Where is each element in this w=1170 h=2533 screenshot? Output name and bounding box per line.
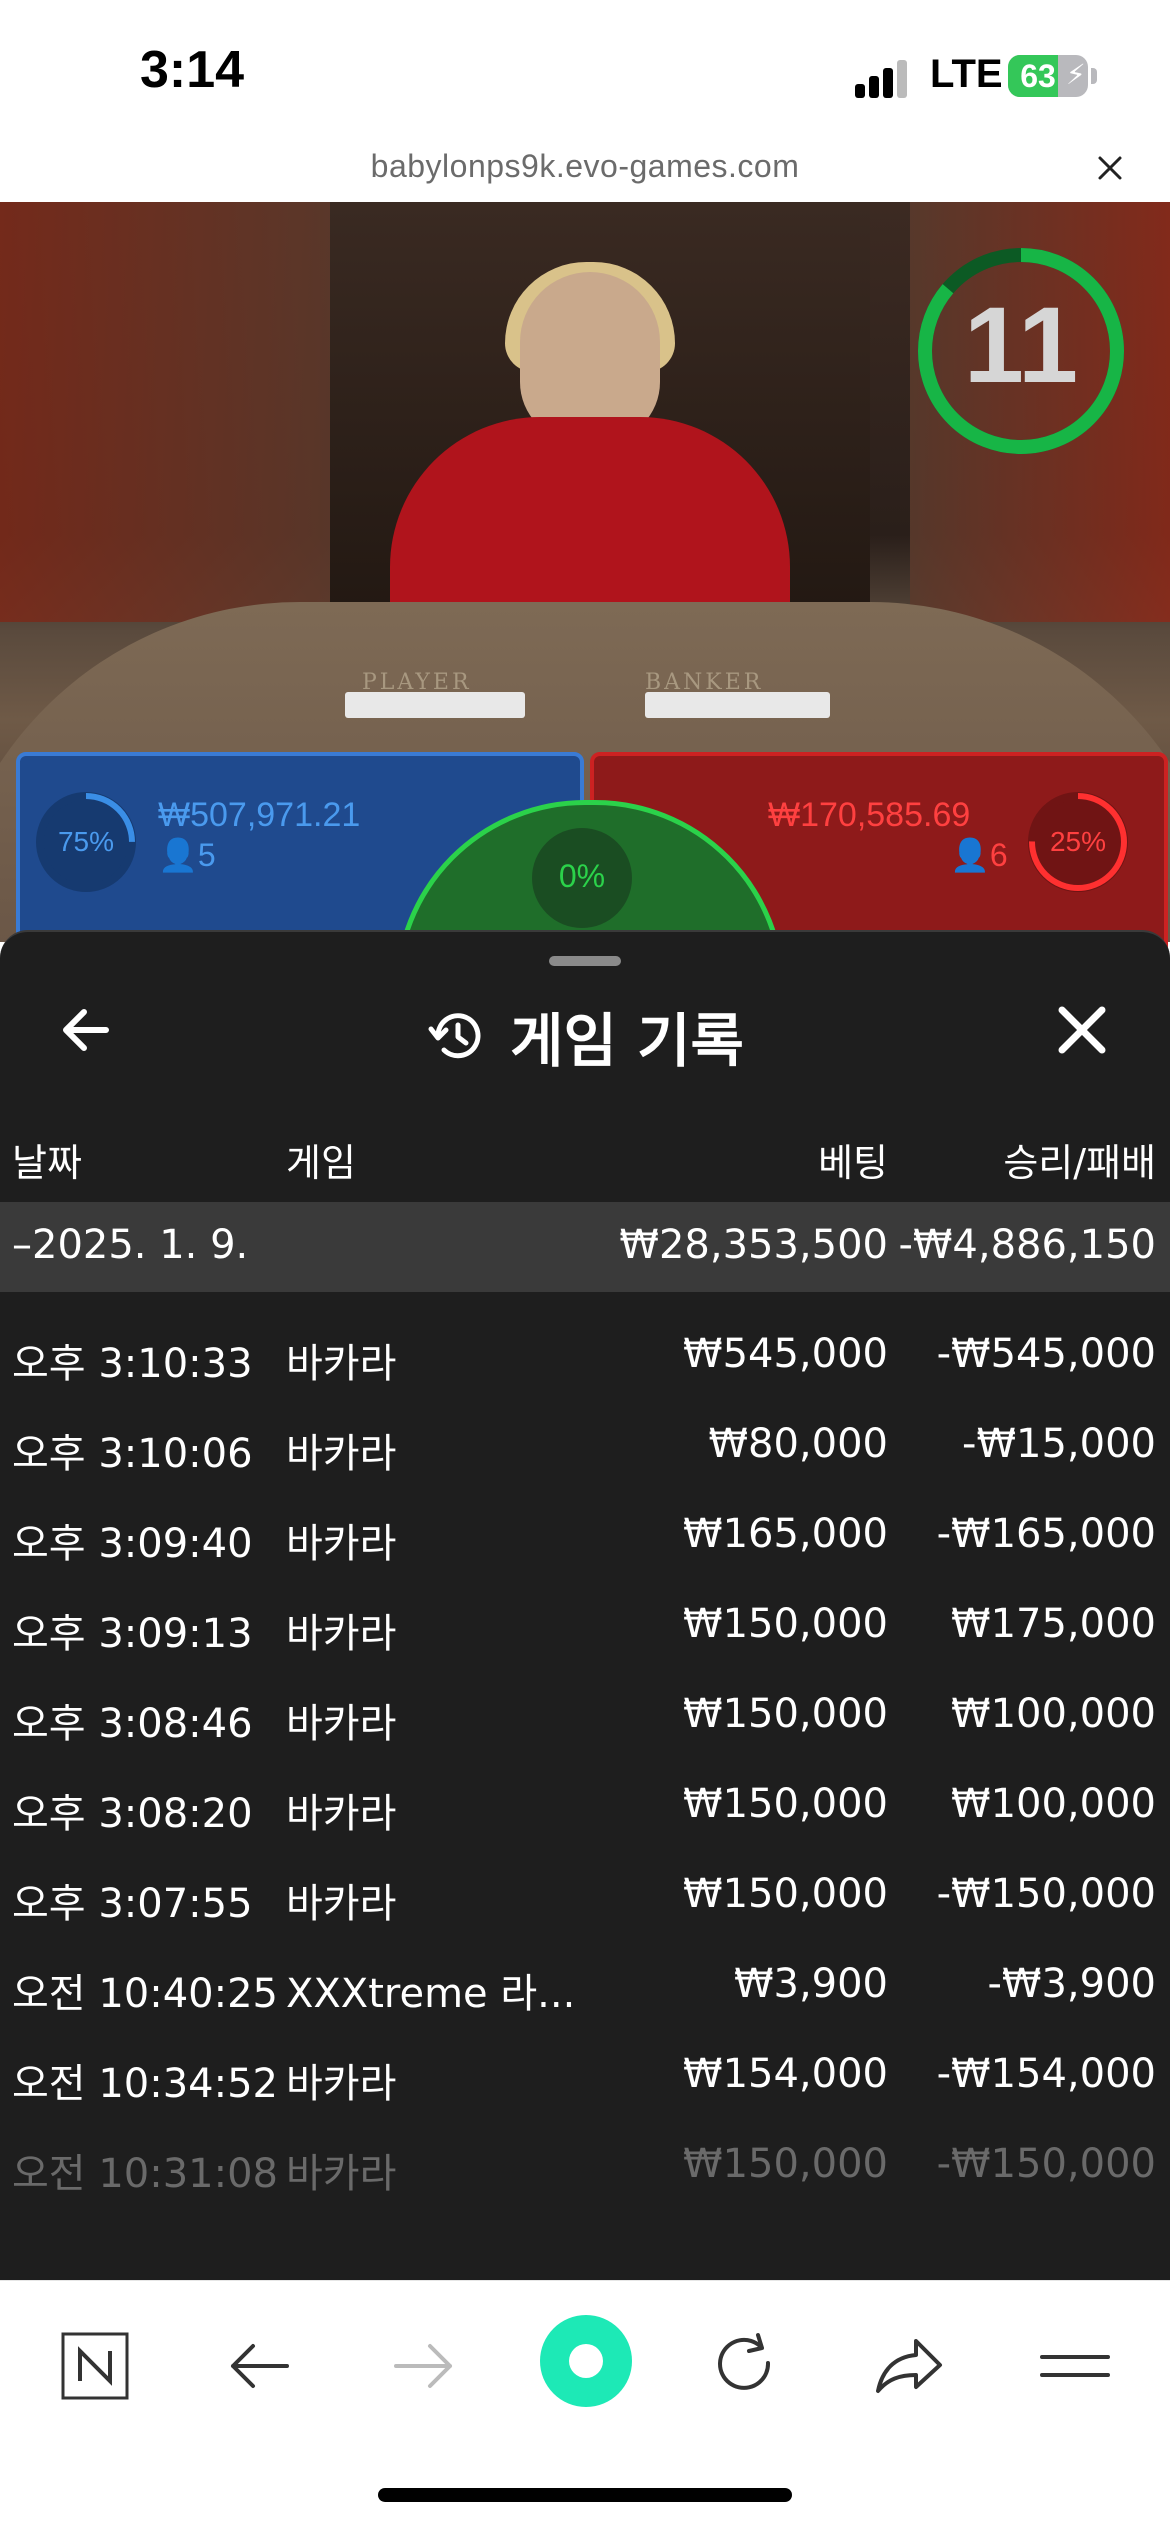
banker-bet-amount: ₩170,585.69: [768, 796, 971, 834]
row-game: 바카라: [286, 1701, 397, 1747]
close-icon[interactable]: [1050, 998, 1114, 1062]
row-time: 오후 3:08:20: [12, 1791, 253, 1837]
row-bet: ₩154,000: [683, 2051, 888, 2097]
row-game: 바카라: [286, 1521, 397, 1567]
row-result: -₩150,000: [936, 2141, 1156, 2187]
battery-level: 63: [1020, 58, 1056, 94]
share-icon[interactable]: [864, 2321, 954, 2411]
group-bet-total: ₩28,353,500: [619, 1222, 888, 1268]
row-time: 오후 3:07:55: [12, 1881, 253, 1927]
column-header-bet: 베팅: [818, 1141, 888, 1185]
row-game: 바카라: [286, 1431, 397, 1477]
player-count: 5: [197, 837, 216, 873]
table-row[interactable]: 오후 3:10:06 바카라 ₩80,000 -₩15,000: [0, 1407, 1170, 1497]
home-indicator: [378, 2488, 792, 2502]
tie-percent: 0%: [558, 858, 606, 894]
row-time: 오후 3:09:13: [12, 1611, 253, 1657]
row-time: 오후 3:08:46: [12, 1701, 253, 1747]
row-time: 오전 10:34:52: [12, 2061, 278, 2107]
user-icon: 👤: [158, 837, 198, 873]
table-row[interactable]: 오후 3:08:20 바카라 ₩150,000 ₩100,000: [0, 1767, 1170, 1857]
row-bet: ₩150,000: [683, 1781, 888, 1827]
player-cards: [345, 692, 525, 718]
table-row[interactable]: 오후 3:09:40 바카라 ₩165,000 -₩165,000: [0, 1497, 1170, 1587]
status-bar: 3:14 LTE 63 ⚡: [0, 0, 1170, 140]
row-result: -₩545,000: [936, 1331, 1156, 1377]
battery-nub: [1091, 68, 1097, 84]
row-time: 오전 10:40:25: [12, 1971, 278, 2017]
history-list: 오후 3:10:33 바카라 ₩545,000 -₩545,000 오후 3:1…: [0, 1317, 1170, 2217]
row-bet: ₩150,000: [683, 2141, 888, 2187]
user-icon: 👤: [950, 837, 990, 873]
column-header-date: 날짜: [12, 1141, 82, 1185]
history-icon: [428, 1013, 481, 1059]
row-game: 바카라: [286, 1791, 397, 1837]
row-bet: ₩80,000: [708, 1421, 888, 1467]
group-date: –2025. 1. 9.: [12, 1222, 249, 1268]
table-row[interactable]: 오전 10:40:25 XXXtreme 라... ₩3,900 -₩3,900: [0, 1947, 1170, 2037]
row-time: 오후 3:10:33: [12, 1341, 253, 1387]
game-history-sheet: 게임 기록 날짜 게임 베팅 승리/패배 –2025. 1. 9. ₩28,35…: [0, 930, 1170, 2282]
signal-strength-icon: [855, 58, 915, 98]
row-result: -₩165,000: [936, 1511, 1156, 1557]
forward-arrow-icon[interactable]: [378, 2321, 468, 2411]
back-arrow-icon[interactable]: [215, 2321, 305, 2411]
column-header-game: 게임: [286, 1141, 356, 1185]
table-row[interactable]: 오후 3:07:55 바카라 ₩150,000 -₩150,000: [0, 1857, 1170, 1947]
reload-icon[interactable]: [700, 2321, 790, 2411]
row-bet: ₩150,000: [683, 1601, 888, 1647]
row-bet: ₩3,900: [733, 1961, 888, 2007]
row-bet: ₩165,000: [683, 1511, 888, 1557]
row-result: ₩175,000: [951, 1601, 1156, 1647]
battery-icon: 63 ⚡: [1008, 55, 1088, 97]
sheet-drag-handle[interactable]: [549, 956, 621, 966]
row-result: ₩100,000: [951, 1781, 1156, 1827]
row-time: 오후 3:09:40: [12, 1521, 253, 1567]
row-bet: ₩545,000: [683, 1331, 888, 1377]
row-game: 바카라: [286, 2061, 397, 2107]
row-game: 바카라: [286, 1611, 397, 1657]
row-game: 바카라: [286, 1341, 397, 1387]
row-time: 오전 10:31:08: [12, 2151, 278, 2197]
row-game: XXXtreme 라...: [286, 1971, 576, 2017]
date-group-row[interactable]: –2025. 1. 9. ₩28,353,500 -₩4,886,150: [0, 1202, 1170, 1292]
row-result: -₩154,000: [936, 2051, 1156, 2097]
banker-player-count: 6: [989, 837, 1008, 873]
page-url: babylonps9k.evo-games.com: [370, 148, 800, 184]
group-result-total: -₩4,886,150: [898, 1222, 1156, 1268]
network-type: LTE: [930, 52, 1003, 96]
table-row[interactable]: 오후 3:08:46 바카라 ₩150,000 ₩100,000: [0, 1677, 1170, 1767]
table-row[interactable]: 오후 3:10:33 바카라 ₩545,000 -₩545,000: [0, 1317, 1170, 1407]
table-row[interactable]: 오전 10:34:52 바카라 ₩154,000 -₩154,000: [0, 2037, 1170, 2127]
sheet-header: 게임 기록: [0, 994, 1170, 1075]
column-header-result: 승리/패배: [1003, 1141, 1156, 1185]
row-result: ₩100,000: [951, 1691, 1156, 1737]
green-dot-icon[interactable]: [536, 2311, 636, 2411]
row-game: 바카라: [286, 1881, 397, 1927]
row-result: -₩150,000: [936, 1871, 1156, 1917]
status-time: 3:14: [140, 41, 245, 99]
charging-bolt-icon: ⚡: [1066, 58, 1086, 91]
player-bet-amount: ₩507,971.21: [158, 796, 361, 834]
row-bet: ₩150,000: [683, 1871, 888, 1917]
table-row[interactable]: 오후 3:09:13 바카라 ₩150,000 ₩175,000: [0, 1587, 1170, 1677]
url-bar: babylonps9k.evo-games.com: [0, 140, 1170, 202]
countdown-timer: 11: [963, 284, 1079, 405]
row-time: 오후 3:10:06: [12, 1431, 253, 1477]
video-backdrop: [0, 202, 360, 622]
row-result: -₩15,000: [962, 1421, 1156, 1467]
banker-cards: [645, 692, 830, 718]
close-icon[interactable]: [1090, 148, 1130, 188]
row-bet: ₩150,000: [683, 1691, 888, 1737]
table-row[interactable]: 오전 10:31:08 바카라 ₩150,000 -₩150,000: [0, 2127, 1170, 2217]
row-game: 바카라: [286, 2151, 397, 2197]
row-result: -₩3,900: [987, 1961, 1157, 2007]
player-percent: 75%: [57, 826, 115, 857]
menu-icon[interactable]: [1030, 2321, 1120, 2411]
naver-n-icon[interactable]: [50, 2321, 140, 2411]
banker-percent: 25%: [1049, 826, 1107, 857]
sheet-title: 게임 기록: [510, 1007, 744, 1075]
